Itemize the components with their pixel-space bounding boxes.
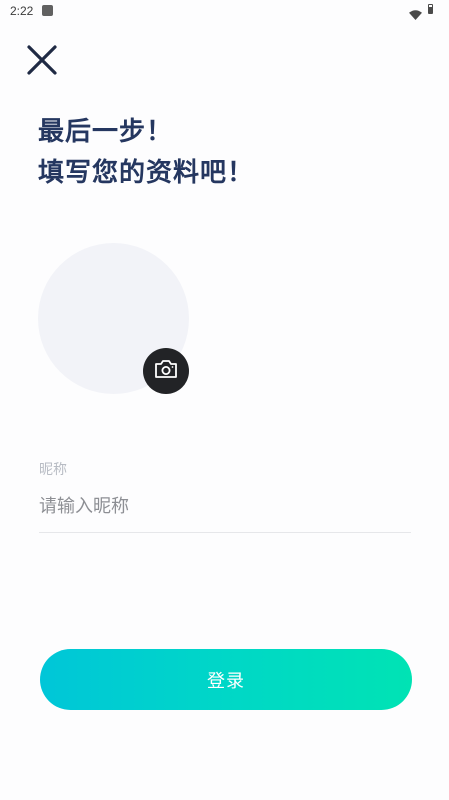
close-icon	[26, 44, 58, 80]
battery-icon	[428, 4, 433, 14]
login-button-label: 登录	[207, 670, 245, 692]
nickname-input[interactable]	[39, 490, 411, 522]
status-bar: 2:22	[0, 0, 449, 24]
notification-app-icon	[42, 5, 53, 16]
close-button[interactable]	[22, 42, 62, 82]
nickname-input-underline	[39, 532, 411, 533]
login-button[interactable]: 登录	[40, 649, 412, 710]
camera-icon	[154, 358, 178, 384]
title-line-2: 填写您的资料吧！	[38, 158, 255, 188]
status-time: 2:22	[10, 4, 34, 18]
wifi-icon	[409, 5, 422, 24]
page-title: 最后一步！ 填写您的资料吧！	[38, 112, 254, 194]
change-avatar-button[interactable]	[143, 348, 189, 394]
nickname-label: 昵称	[39, 462, 67, 478]
title-line-1: 最后一步！	[38, 117, 174, 147]
